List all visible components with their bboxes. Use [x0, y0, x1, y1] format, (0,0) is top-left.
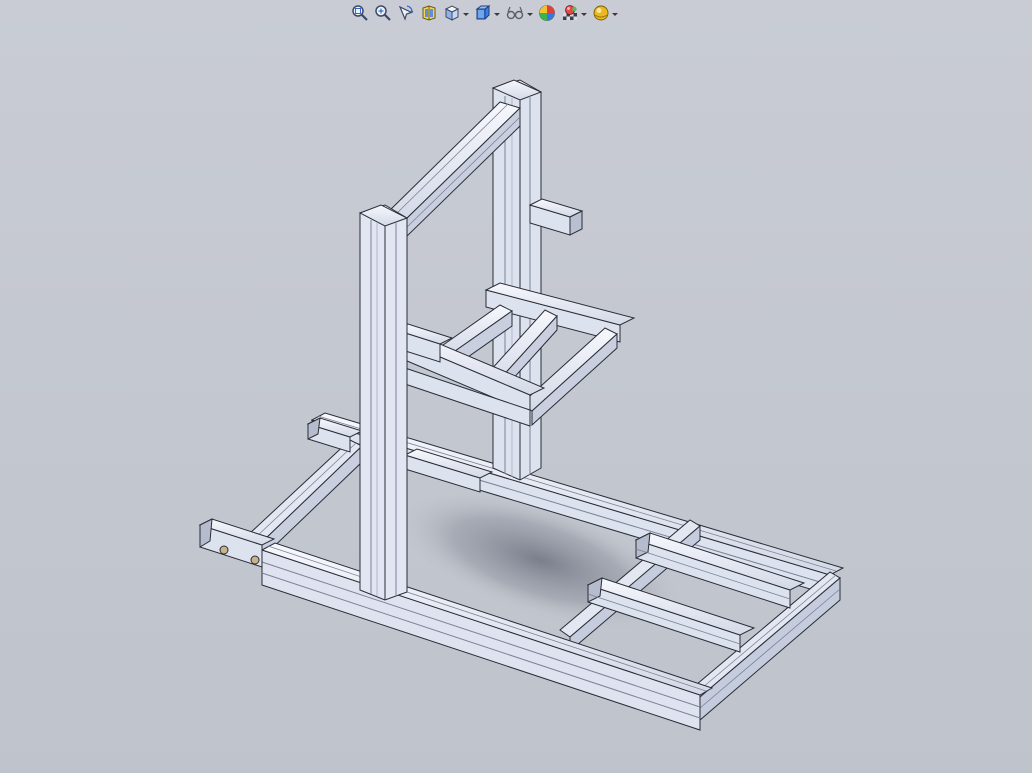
bolt-head-icon: [250, 555, 260, 565]
aluminum-extrusion-frame-model[interactable]: [0, 0, 1032, 773]
graphics-viewport[interactable]: [0, 0, 1032, 773]
front-upright-post[interactable]: [358, 204, 409, 601]
bolt-head-icon: [219, 545, 229, 555]
carriage-tray-assembly[interactable]: [394, 282, 636, 427]
